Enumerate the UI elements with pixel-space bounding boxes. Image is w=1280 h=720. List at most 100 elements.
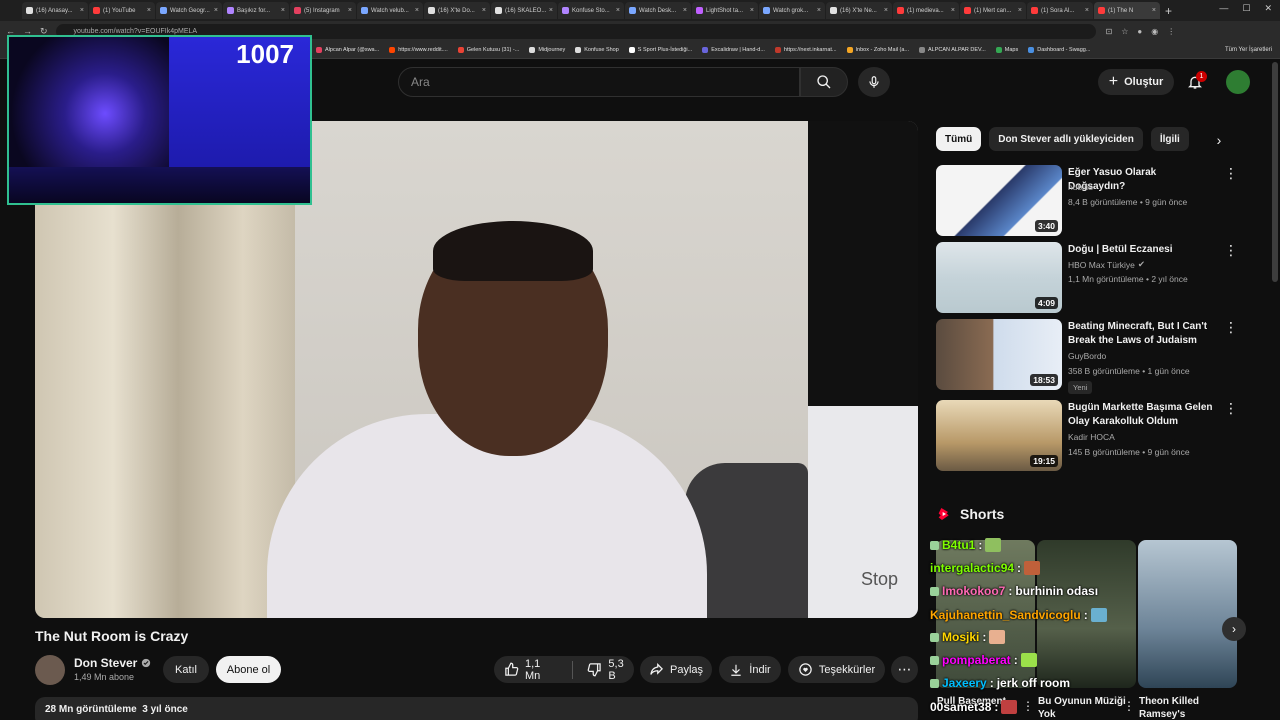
channel-name[interactable]: hubiris bbox=[1068, 182, 1093, 192]
browser-tab[interactable]: (1) Sora Al... × bbox=[1027, 2, 1093, 19]
dislike-button[interactable]: 5,3 B bbox=[587, 658, 634, 682]
all-bookmarks-link[interactable]: Tüm Yer İşaretleri bbox=[1225, 47, 1272, 53]
channel-name[interactable]: GuyBordo bbox=[1068, 351, 1106, 361]
browser-tab[interactable]: Başıkız for... × bbox=[223, 2, 289, 19]
bookmark-item[interactable]: https://www.reddit.... bbox=[389, 46, 448, 53]
share-button[interactable]: Paylaş bbox=[640, 656, 712, 683]
tab-close-icon[interactable]: × bbox=[1085, 7, 1089, 14]
search-input[interactable]: Ara bbox=[398, 67, 800, 97]
bookmark-item[interactable]: Excalidraw | Hand-d... bbox=[702, 46, 765, 53]
tab-close-icon[interactable]: × bbox=[750, 7, 754, 14]
bookmark-item[interactable]: ALPCAN ALPAR DEV... bbox=[919, 46, 986, 53]
tab-close-icon[interactable]: × bbox=[348, 7, 352, 14]
channel-name[interactable]: Kadir HOCA bbox=[1068, 432, 1115, 442]
more-actions-button[interactable]: ⋯ bbox=[891, 656, 918, 683]
bookmark-item[interactable]: Konfuse Shop bbox=[575, 46, 619, 53]
more-vertical-icon[interactable]: ⋮ bbox=[1224, 319, 1238, 337]
maximize-icon[interactable]: ☐ bbox=[1242, 3, 1250, 14]
browser-tab[interactable]: Watch Desk... × bbox=[625, 2, 691, 19]
short-title[interactable]: Theon Killed Ramsey's bbox=[1139, 695, 1229, 720]
more-vertical-icon[interactable]: ⋮ bbox=[1123, 699, 1135, 713]
search-button[interactable] bbox=[800, 67, 848, 97]
browser-tab[interactable]: Watch Geogr... × bbox=[156, 2, 222, 19]
browser-tab[interactable]: Konfuse Sto... × bbox=[558, 2, 624, 19]
browser-tab[interactable]: Watch grok... × bbox=[759, 2, 825, 19]
tab-close-icon[interactable]: × bbox=[951, 7, 955, 14]
description-box[interactable]: 28 Mn görüntüleme 3 yıl önce bbox=[35, 697, 918, 720]
minimize-icon[interactable]: — bbox=[1219, 3, 1228, 14]
bookmark-item[interactable]: Inbox - Zoho Mail (a... bbox=[846, 46, 909, 53]
browser-tab[interactable]: (16) SKALEO... × bbox=[491, 2, 557, 19]
browser-tab[interactable]: (1) medieva... × bbox=[893, 2, 959, 19]
channel-name[interactable]: HBO Max Türkiye ✔ bbox=[1068, 259, 1145, 270]
bookmark-item[interactable]: Alpcan Alpar (@swa... bbox=[316, 46, 379, 53]
tab-close-icon[interactable]: × bbox=[616, 7, 620, 14]
install-icon[interactable]: ⊡ bbox=[1106, 27, 1113, 36]
more-vertical-icon[interactable]: ⋮ bbox=[1224, 242, 1238, 260]
channel-name[interactable]: Don Stever bbox=[74, 656, 151, 670]
join-button[interactable]: Katıl bbox=[163, 656, 209, 683]
voice-search-button[interactable] bbox=[858, 67, 890, 97]
filter-chip[interactable]: İlgili bbox=[1150, 127, 1189, 151]
recommended-video[interactable]: 18:53 Beating Minecraft, But I Can't Brea… bbox=[936, 319, 1238, 394]
video-title[interactable]: Doğu | Betül Eczanesi bbox=[1068, 243, 1216, 257]
bookmark-item[interactable]: https://next.inkarnat... bbox=[774, 46, 837, 53]
video-thumbnail[interactable]: 19:15 bbox=[936, 400, 1062, 471]
bookmark-item[interactable]: Midjourney bbox=[529, 46, 565, 53]
avatar[interactable] bbox=[1226, 70, 1250, 94]
tab-close-icon[interactable]: × bbox=[549, 7, 553, 14]
shorts-next-button[interactable]: › bbox=[1222, 617, 1246, 641]
video-title[interactable]: Beating Minecraft, But I Can't Break the… bbox=[1068, 320, 1216, 348]
browser-tab[interactable]: (5) Instagram × bbox=[290, 2, 356, 19]
bookmark-item[interactable]: Gelen Kutusu (31) -... bbox=[457, 46, 519, 53]
video-thumbnail[interactable]: 4:09 bbox=[936, 242, 1062, 313]
bookmark-item[interactable]: S Sport Plus-İstediği... bbox=[628, 46, 692, 53]
filter-chip[interactable]: Don Stever adlı yükleyiciden bbox=[989, 127, 1143, 151]
tab-close-icon[interactable]: × bbox=[415, 7, 419, 14]
more-vertical-icon[interactable]: ⋮ bbox=[1224, 165, 1238, 183]
subscribe-button[interactable]: Abone ol bbox=[216, 656, 281, 683]
bookmark-item[interactable]: Dashboard - Swagg... bbox=[1028, 46, 1090, 53]
browser-tab[interactable]: (1) The N × bbox=[1094, 2, 1160, 19]
like-button[interactable]: 1,1 Mn bbox=[504, 658, 558, 682]
tab-close-icon[interactable]: × bbox=[214, 7, 218, 14]
video-title[interactable]: Bugün Markette Başıma Gelen Olay Karakol… bbox=[1068, 401, 1216, 429]
browser-tab[interactable]: LightShot ta... × bbox=[692, 2, 758, 19]
video-thumbnail[interactable]: 3:40 bbox=[936, 165, 1062, 236]
tab-close-icon[interactable]: × bbox=[482, 7, 486, 14]
video-thumbnail[interactable]: 18:53 bbox=[936, 319, 1062, 390]
chips-next-button[interactable]: › bbox=[1208, 130, 1230, 150]
channel-avatar[interactable] bbox=[35, 655, 65, 685]
tab-close-icon[interactable]: × bbox=[147, 7, 151, 14]
recommended-video[interactable]: 3:40 Eğer Yasuo Olarak Doğsaydın? hubiris 8… bbox=[936, 165, 1238, 237]
create-button[interactable]: + Oluştur bbox=[1098, 69, 1174, 95]
page-scrollbar[interactable] bbox=[1272, 62, 1278, 282]
filter-chip[interactable]: Tümü bbox=[936, 127, 982, 151]
tab-close-icon[interactable]: × bbox=[683, 7, 687, 14]
browser-tab[interactable]: (16) X'te Do... × bbox=[424, 2, 490, 19]
tab-close-icon[interactable]: × bbox=[1152, 7, 1156, 14]
menu-dots-icon[interactable]: ⋮ bbox=[1167, 27, 1175, 36]
recommended-video[interactable]: 19:15 Bugün Markette Başıma Gelen Olay Ka… bbox=[936, 400, 1238, 472]
tab-close-icon[interactable]: × bbox=[1018, 7, 1022, 14]
close-window-icon[interactable]: ✕ bbox=[1264, 3, 1272, 14]
extension-icon[interactable]: ● bbox=[1137, 27, 1142, 36]
browser-tab[interactable]: (16) Anasay... × bbox=[22, 2, 88, 19]
browser-tab[interactable]: (1) YouTube × bbox=[89, 2, 155, 19]
tab-close-icon[interactable]: × bbox=[884, 7, 888, 14]
thanks-button[interactable]: Teşekkürler bbox=[788, 656, 885, 683]
browser-tab[interactable]: (1) Mert can... × bbox=[960, 2, 1026, 19]
more-vertical-icon[interactable]: ⋮ bbox=[1224, 400, 1238, 418]
recommended-video[interactable]: 4:09 Doğu | Betül Eczanesi HBO Max Türkiye… bbox=[936, 242, 1238, 314]
download-button[interactable]: İndir bbox=[719, 656, 781, 683]
bookmark-item[interactable]: Maps bbox=[995, 46, 1018, 53]
tab-close-icon[interactable]: × bbox=[80, 7, 84, 14]
tab-close-icon[interactable]: × bbox=[817, 7, 821, 14]
profile-icon[interactable]: ◉ bbox=[1151, 27, 1158, 36]
short-thumbnail[interactable] bbox=[1138, 540, 1237, 688]
browser-tab[interactable]: (16) X'te Ne... × bbox=[826, 2, 892, 19]
browser-tab[interactable]: Watch velub... × bbox=[357, 2, 423, 19]
new-tab-icon[interactable]: + bbox=[1165, 4, 1172, 18]
star-icon[interactable]: ☆ bbox=[1121, 27, 1128, 36]
tab-close-icon[interactable]: × bbox=[281, 7, 285, 14]
